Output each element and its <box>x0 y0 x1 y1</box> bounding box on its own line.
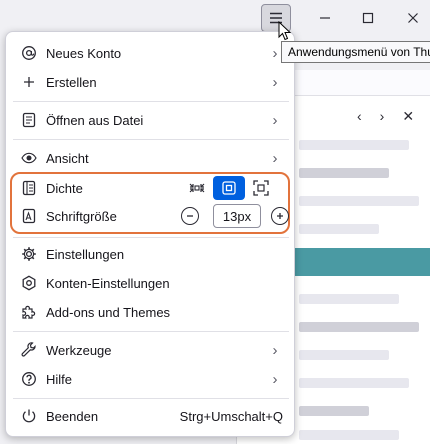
minus-icon <box>187 215 193 217</box>
menu-item-create[interactable]: Erstellen › <box>13 68 289 96</box>
at-sign-icon <box>21 45 37 61</box>
density-relaxed-icon <box>253 180 269 196</box>
power-icon <box>21 408 37 424</box>
maximize-icon <box>362 12 374 24</box>
menu-label: Ansicht <box>46 150 89 166</box>
account-gear-icon <box>21 275 37 291</box>
plus-icon <box>277 213 283 219</box>
menu-label: Einstellungen <box>46 246 125 262</box>
chevron-left-icon: ‹ <box>357 108 362 124</box>
increase-font-button[interactable] <box>271 207 289 225</box>
app-menu-panel: Neues Konto › Erstellen › Öffnen aus Dat… <box>5 31 295 437</box>
blurred-row <box>299 322 419 332</box>
blurred-row <box>299 378 409 388</box>
quit-shortcut: Strg+Umschalt+Q <box>179 408 283 424</box>
menu-item-help[interactable]: Hilfe › <box>13 365 289 393</box>
maximize-button[interactable] <box>353 4 383 32</box>
eye-icon <box>21 150 37 166</box>
blurred-row <box>299 406 369 416</box>
menu-label: Beenden <box>46 408 99 424</box>
menu-label: Erstellen <box>46 74 97 90</box>
density-selector <box>181 176 277 200</box>
density-normal-icon <box>222 181 236 195</box>
wrench-icon <box>21 342 37 358</box>
document-icon <box>21 112 37 128</box>
menu-item-view[interactable]: Ansicht › <box>13 144 289 172</box>
close-icon: ✕ <box>402 108 415 124</box>
menu-item-tools[interactable]: Werkzeuge › <box>13 336 289 364</box>
chevron-right-icon: › <box>272 370 278 388</box>
minimize-button[interactable] <box>310 4 340 32</box>
density-relaxed-button[interactable] <box>245 176 277 200</box>
mouse-cursor-icon <box>278 21 292 41</box>
blurred-row <box>299 224 379 234</box>
menu-label: Neues Konto <box>46 45 122 61</box>
font-size-control: 13px <box>181 204 289 228</box>
blurred-row <box>299 294 399 304</box>
menu-item-addons[interactable]: Add-ons und Themes <box>13 298 289 326</box>
decrease-font-button[interactable] <box>181 207 199 225</box>
menu-label: Öffnen aus Datei <box>46 112 144 128</box>
blurred-row <box>299 196 419 206</box>
menu-item-quit[interactable]: Beenden Strg+Umschalt+Q <box>13 402 289 430</box>
chevron-right-icon: › <box>379 108 385 124</box>
font-size-icon <box>21 208 37 224</box>
density-normal-button[interactable] <box>213 176 245 200</box>
help-icon <box>21 371 37 387</box>
puzzle-piece-icon <box>21 304 37 320</box>
background-nav: ‹ › ✕ <box>357 108 414 125</box>
plus-icon <box>21 74 37 90</box>
blurred-row <box>299 140 409 150</box>
blurred-row <box>299 430 399 440</box>
font-size-value: 13px <box>213 204 261 228</box>
menu-label: Konten-Einstellungen <box>46 275 170 291</box>
chevron-right-icon: › <box>272 73 278 91</box>
menu-label: Hilfe <box>46 371 73 387</box>
density-compact-button[interactable] <box>181 176 213 200</box>
density-compact-icon <box>189 183 205 193</box>
menu-separator <box>13 139 289 140</box>
close-button[interactable] <box>398 4 428 32</box>
menu-separator <box>13 237 289 238</box>
blurred-row <box>299 350 389 360</box>
chevron-right-icon: › <box>272 111 278 129</box>
menu-item-account-settings[interactable]: Konten-Einstellungen <box>13 269 289 297</box>
density-icon <box>21 180 37 196</box>
gear-icon <box>21 246 37 262</box>
blurred-row <box>299 168 389 178</box>
menu-item-open-file[interactable]: Öffnen aus Datei › <box>13 106 289 134</box>
menu-label: Werkzeuge <box>46 342 112 358</box>
minimize-icon <box>320 17 330 19</box>
menu-separator <box>13 331 289 332</box>
close-icon <box>408 13 418 23</box>
chevron-right-icon: › <box>272 341 278 359</box>
menu-separator <box>13 398 289 399</box>
menu-item-settings[interactable]: Einstellungen <box>13 240 289 268</box>
tooltip: Anwendungsmenü von Thu <box>281 41 430 63</box>
chevron-right-icon: › <box>272 149 278 167</box>
menu-label: Add-ons und Themes <box>46 304 171 320</box>
menu-item-new-account[interactable]: Neues Konto › <box>13 39 289 67</box>
menu-separator <box>13 101 289 102</box>
